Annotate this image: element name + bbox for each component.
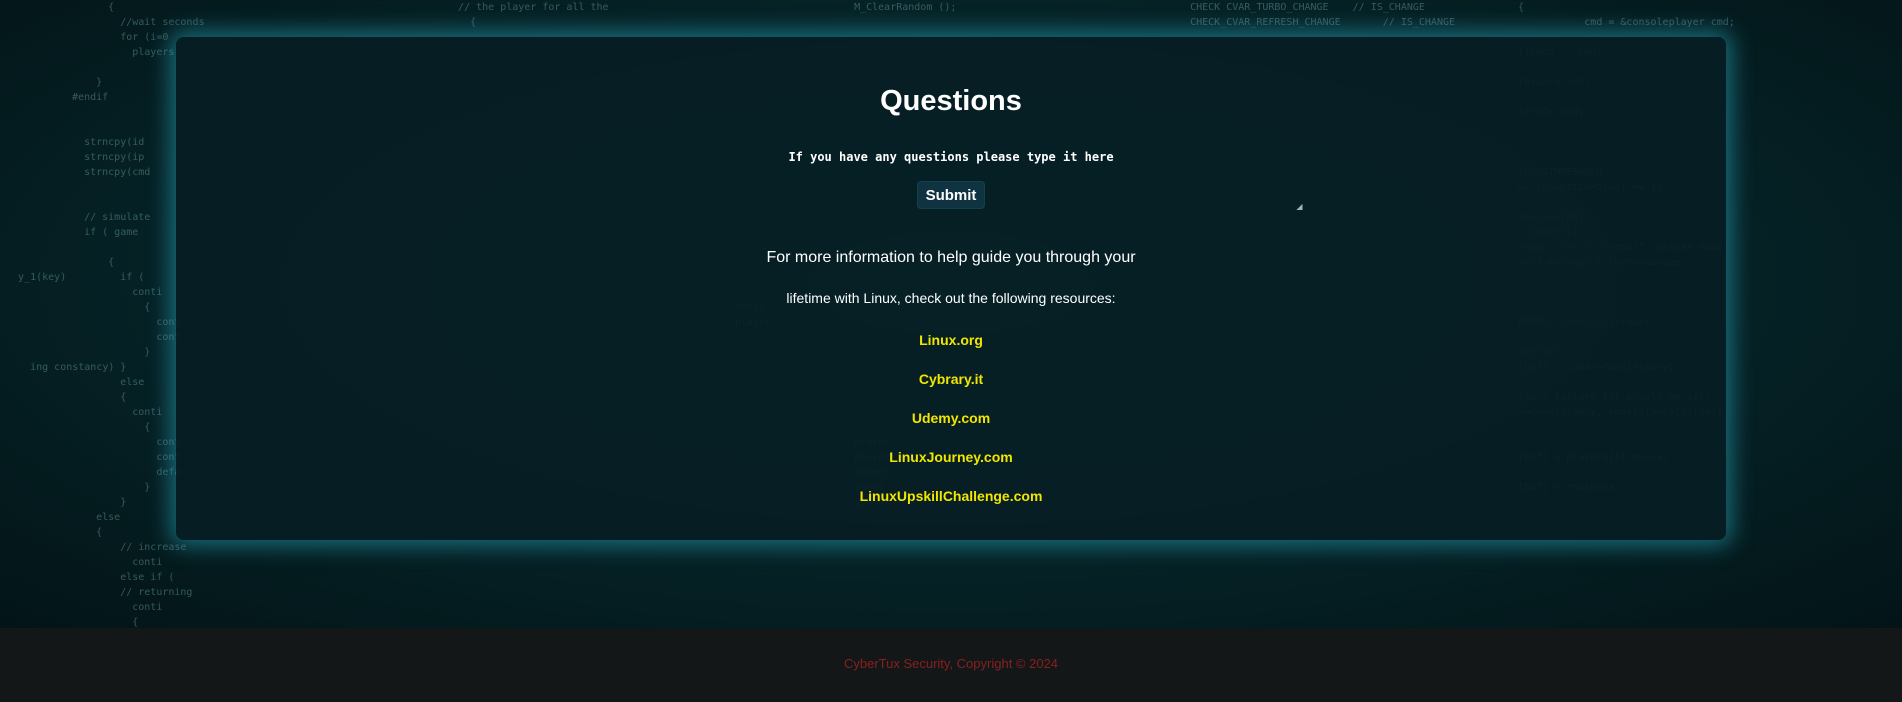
resource-link-linux-org[interactable]: Linux.org: [176, 332, 1726, 348]
copyright-text: CyberTux Security, Copyright © 2024: [843, 656, 1059, 671]
submit-button[interactable]: Submit: [917, 181, 985, 209]
questions-modal: Questions ◢ Submit For more information …: [176, 37, 1726, 540]
resource-link-udemy[interactable]: Udemy.com: [176, 410, 1726, 426]
modal-title: Questions: [880, 85, 1022, 117]
info-text-line2: lifetime with Linux, check out the follo…: [786, 290, 1116, 306]
resource-link-cybrary[interactable]: Cybrary.it: [176, 371, 1726, 387]
footer: CyberTux Security, Copyright © 2024: [0, 628, 1902, 702]
resize-grip-icon[interactable]: ◢: [1296, 203, 1303, 211]
question-input[interactable]: [776, 142, 1126, 180]
background-code-decoration: y_1(key) ing constancy): [18, 272, 115, 373]
resource-link-linuxjourney[interactable]: LinuxJourney.com: [176, 449, 1726, 465]
background-code-decoration: CHECK CVAR_TURBO_CHANGE // IS_CHANGE CHE…: [1190, 2, 1456, 28]
info-text-line1: For more information to help guide you t…: [766, 249, 1136, 266]
resource-link-linuxupskillchallenge[interactable]: LinuxUpskillChallenge.com: [176, 488, 1726, 504]
